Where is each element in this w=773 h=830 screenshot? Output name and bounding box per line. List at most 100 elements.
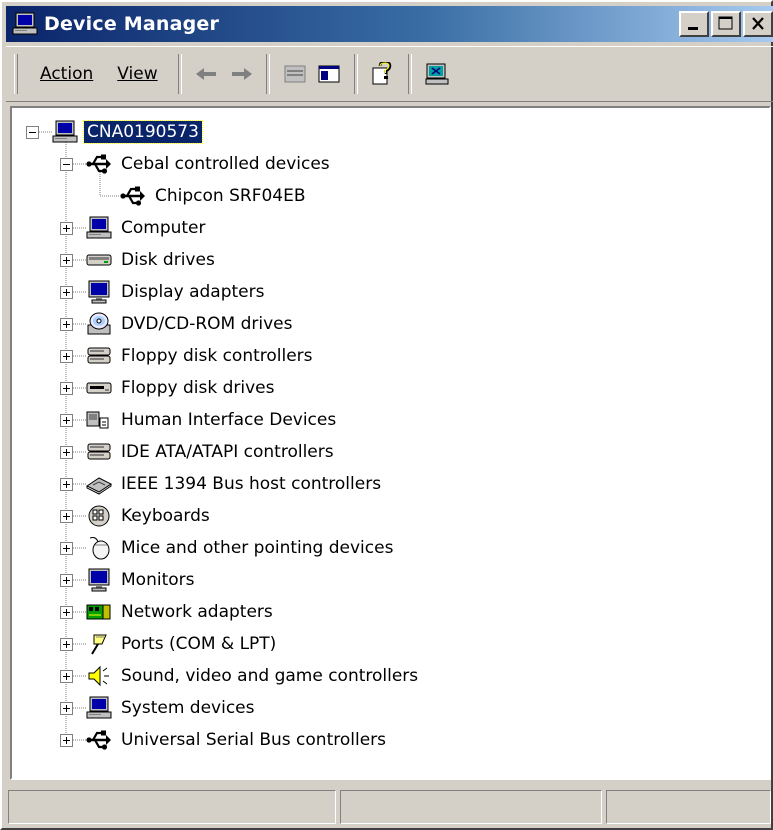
floppy-drive-icon [86,376,112,400]
tree-expander[interactable] [60,574,73,587]
tree-category-monitors[interactable]: Monitors [86,566,197,594]
menu-action-label: Action [40,64,94,84]
tree-category-network-adapters[interactable]: Network adapters [86,598,276,626]
mouse-icon [86,536,112,560]
tree-node-label: Sound, video and game controllers [121,666,419,686]
tree-expander[interactable] [60,414,73,427]
tree-expander[interactable] [60,382,73,395]
disk-drive-icon [86,248,112,272]
toolbar-separator [265,54,270,94]
menu-view[interactable]: View [105,58,169,90]
tree-expander[interactable] [60,734,73,747]
tree-expander[interactable] [60,670,73,683]
port-icon [86,632,112,656]
tree-node-label: Chipcon SRF04EB [155,186,306,206]
tree-category-computer[interactable]: Computer [86,214,209,242]
tree-expander[interactable] [60,158,73,171]
toolbar: Action View [6,46,773,102]
tree-category-ieee-1394-bus-host-controllers[interactable]: IEEE 1394 Bus host controllers [86,470,384,498]
tree-category-universal-serial-bus-controllers[interactable]: Universal Serial Bus controllers [86,726,389,754]
computer-icon [86,696,112,720]
tree-category-disk-drives[interactable]: Disk drives [86,246,218,274]
ieee1394-icon [86,472,112,496]
tree-category-floppy-disk-controllers[interactable]: Floppy disk controllers [86,342,316,370]
tree-node-label: Cebal controlled devices [121,154,330,174]
controller-icon [86,344,112,368]
tree-root-computer[interactable]: CNA0190573 [52,118,203,146]
tree-expander[interactable] [60,254,73,267]
tree-category-display-adapters[interactable]: Display adapters [86,278,267,306]
properties-icon [284,65,306,83]
caption-buttons [677,11,773,37]
tree-expander[interactable] [60,222,73,235]
status-bar [6,788,773,826]
computer-icon [86,216,112,240]
title-bar[interactable]: Device Manager [6,6,773,42]
tree-category-dvd-cd-rom-drives[interactable]: DVD/CD-ROM drives [86,310,295,338]
minimize-button[interactable] [679,11,709,37]
monitor-icon [86,568,112,592]
cdrom-icon [86,312,112,336]
scan-hardware-button[interactable] [420,57,454,91]
minimize-icon [688,27,698,30]
tree-category-keyboards[interactable]: Keyboards [86,502,213,530]
tree-node-label: IEEE 1394 Bus host controllers [121,474,382,494]
tree-node-label: DVD/CD-ROM drives [121,314,293,334]
forward-button[interactable] [224,57,258,91]
tree-category-sound-video-and-game-controllers[interactable]: Sound, video and game controllers [86,662,421,690]
tree-expander[interactable] [60,446,73,459]
status-pane-1 [8,790,336,824]
tree-expander[interactable] [60,350,73,363]
usb-icon [120,184,146,208]
properties-button[interactable] [278,57,312,91]
tree-node-label: Ports (COM & LPT) [121,634,277,654]
maximize-icon [718,16,733,30]
tree-expander[interactable] [60,638,73,651]
tree-category-system-devices[interactable]: System devices [86,694,258,722]
back-button[interactable] [190,57,224,91]
tree-node-label: Monitors [121,570,195,590]
hid-icon [86,408,112,432]
menu-action[interactable]: Action [28,58,105,90]
tree-expander[interactable] [60,286,73,299]
tree-expander[interactable] [60,318,73,331]
forward-arrow-icon [231,68,252,80]
toolbar-grip[interactable] [14,54,18,94]
tree-node-label: Disk drives [121,250,215,270]
tree-category-cebal-controlled-devices[interactable]: Cebal controlled devices [86,150,333,178]
tree-node-label: Computer [121,218,206,238]
tree-expander[interactable] [60,702,73,715]
tree-node-label: Mice and other pointing devices [121,538,394,558]
tree-expander[interactable] [60,606,73,619]
toolbar-separator [177,54,182,94]
network-adapter-icon [86,600,112,624]
controller-icon [86,440,112,464]
tree-node-label: IDE ATA/ATAPI controllers [121,442,334,462]
tree-expander[interactable] [26,126,39,139]
speaker-icon [86,664,112,688]
tree-expander[interactable] [60,510,73,523]
show-hide-tree-button[interactable] [312,57,346,91]
tree-node-label: Network adapters [121,602,273,622]
status-pane-3 [606,790,771,824]
close-button[interactable] [743,11,773,37]
tree-category-floppy-disk-drives[interactable]: Floppy disk drives [86,374,277,402]
tree-category-human-interface-devices[interactable]: Human Interface Devices [86,406,339,434]
tree-device-chipcon-srf04eb[interactable]: Chipcon SRF04EB [120,182,309,210]
tree-expander[interactable] [60,542,73,555]
tree-category-mice-and-other-pointing-devices[interactable]: Mice and other pointing devices [86,534,396,562]
tree-node-label: Universal Serial Bus controllers [121,730,387,750]
keyboard-icon [86,504,112,528]
scan-hardware-icon [425,63,449,85]
device-tree[interactable]: CNA0190573 Cebal controlled devices Chipco… [10,106,771,780]
tree-category-ports-com-lpt[interactable]: Ports (COM & LPT) [86,630,279,658]
help-button[interactable] [366,57,400,91]
tree-expander[interactable] [60,478,73,491]
toolbar-separator [353,54,358,94]
maximize-button[interactable] [711,11,741,37]
tree-node-label: Display adapters [121,282,265,302]
tree-category-ide-ata-atapi-controllers[interactable]: IDE ATA/ATAPI controllers [86,438,337,466]
back-arrow-icon [195,68,216,80]
tree-node-label: Floppy disk drives [121,378,275,398]
usb-icon [86,152,112,176]
